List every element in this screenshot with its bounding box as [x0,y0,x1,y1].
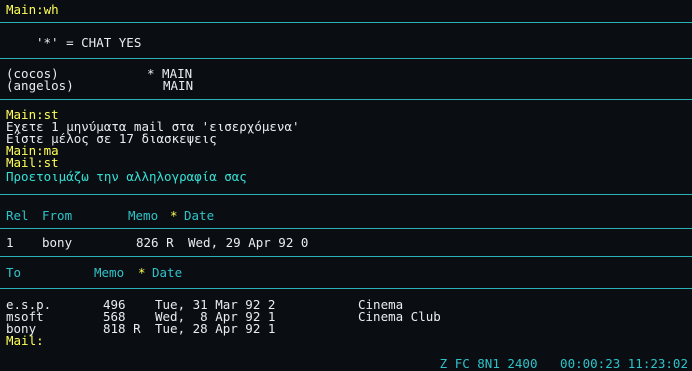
column-header-date: Date [152,265,183,280]
divider [0,22,692,23]
table-cell-subject[interactable]: Cinema Club [358,310,441,323]
terminal-screen: Main:wh '*' = CHAT YES (cocos) * MAIN (a… [0,0,692,371]
column-header-from: From [42,208,73,223]
status-bar: Z FC 8N1 2400 00:00:23 11:23:02 [0,356,692,371]
status-text: Z FC 8N1 2400 00:00:23 11:23:02 [439,356,688,371]
command-line: Main:wh [6,2,59,17]
column-header-to: To [6,265,22,280]
mail-prompt[interactable]: Mail: [6,334,44,347]
table-cell-date[interactable]: Tue, 28 Apr 92 1 [155,322,275,335]
divider [0,256,692,257]
divider [0,228,692,229]
divider [0,58,692,59]
preparing-message: Προετοιμάζω την αλληλογραφία σας [6,169,247,184]
table-cell-date[interactable]: Wed, 29 Apr 92 0 [188,236,308,249]
chat-legend: '*' = CHAT YES [36,35,142,50]
column-header-rel: Rel [6,208,29,223]
column-header-memo: Memo [128,208,159,223]
command-line: Mail:st [6,155,59,170]
divider [0,194,692,195]
divider [0,288,692,289]
column-header-star: * [138,265,146,280]
user-status: MAIN [163,78,194,93]
user-name: (angelos) [6,78,74,93]
table-cell-from[interactable]: bony [42,236,72,249]
divider [0,99,692,100]
table-cell-memo[interactable]: 818 R [103,322,141,335]
table-cell-rel[interactable]: 1 [6,236,14,249]
column-header-date: Date [184,208,215,223]
column-header-star: * [170,208,178,223]
table-cell-memo[interactable]: 826 R [136,236,174,249]
column-header-memo: Memo [94,265,125,280]
